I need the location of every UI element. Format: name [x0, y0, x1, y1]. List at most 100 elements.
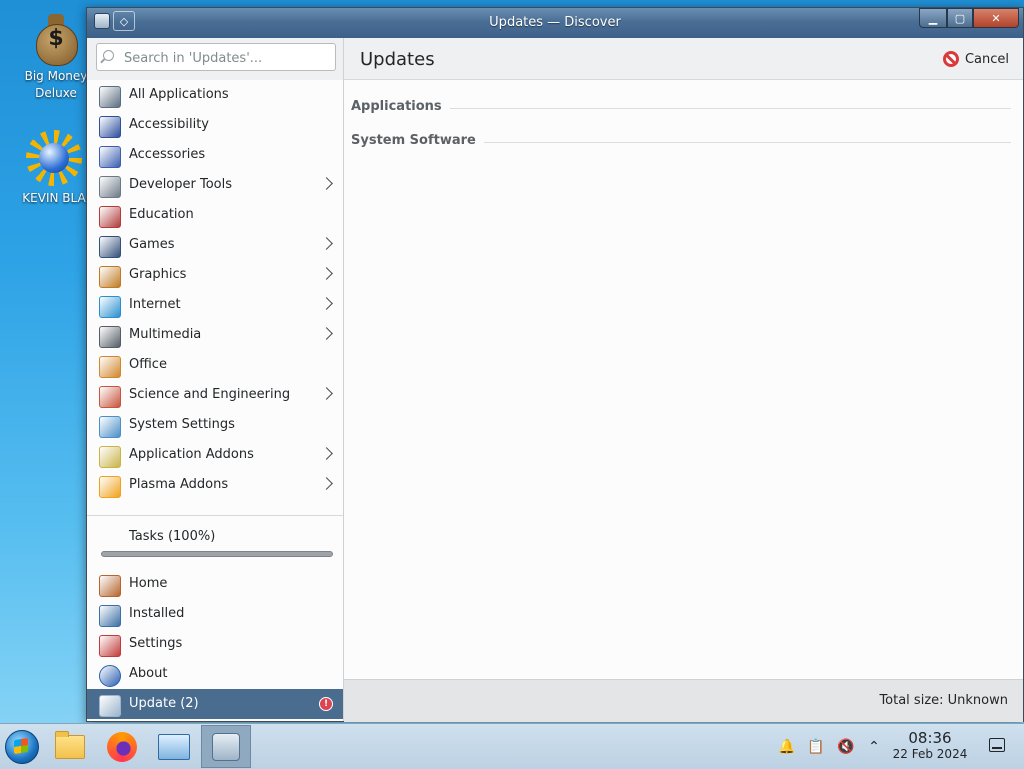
section-applications: Applications — [351, 99, 1011, 119]
search-field[interactable] — [96, 43, 336, 71]
discover-window: ◇ Updates — Discover ▁ ▢ ✕ All Applicati… — [86, 7, 1024, 722]
nav-item-home[interactable]: Home — [87, 569, 343, 599]
close-button[interactable]: ✕ — [973, 8, 1019, 28]
volume-muted-icon[interactable]: 🔇 — [835, 736, 857, 758]
sidebar: All Applications Accessibility Accessories… — [87, 38, 344, 721]
clock[interactable]: 08:36 22 Feb 2024 — [890, 729, 970, 761]
clock-date: 22 Feb 2024 — [892, 747, 968, 761]
section-heading: System Software — [351, 133, 484, 148]
window-title: Updates — Discover — [489, 15, 621, 30]
tasks-label: Tasks (100%) — [129, 529, 216, 544]
sidebar-item-label: Internet — [129, 297, 181, 312]
category-list: All Applications Accessibility Accessories… — [87, 80, 343, 500]
nav-item-update[interactable]: Update (2)! — [87, 689, 343, 719]
chevron-right-icon — [320, 297, 333, 310]
sidebar-item-system-settings[interactable]: System Settings — [87, 410, 343, 440]
sidebar-item-all-applications[interactable]: All Applications — [87, 80, 343, 110]
sidebar-item-education[interactable]: Education — [87, 200, 343, 230]
sidebar-item-label: Accessibility — [129, 117, 209, 132]
chevron-right-icon — [320, 387, 333, 400]
show-desktop-icon[interactable] — [989, 738, 1005, 752]
nav-item-installed[interactable]: Installed — [87, 599, 343, 629]
nav-item-label: Update (2) — [129, 696, 199, 711]
sidebar-item-label: Accessories — [129, 147, 206, 162]
cancel-icon — [942, 51, 959, 67]
sidebar-item-internet[interactable]: Internet — [87, 290, 343, 320]
desktop-icon-label-2: Deluxe — [35, 86, 77, 100]
desktop-icon-big-money[interactable]: $ Big Money Deluxe — [16, 10, 96, 102]
nav-item-label: Home — [129, 576, 168, 591]
taskbar: 🔔 📋 🔇 ⌃ 08:36 22 Feb 2024 — [0, 723, 1024, 769]
sidebar-item-label: System Settings — [129, 417, 235, 432]
chevron-right-icon — [320, 477, 333, 490]
all-applications-icon — [99, 86, 121, 108]
clipboard-icon[interactable]: 📋 — [805, 736, 827, 758]
accessories-icon — [99, 146, 121, 168]
sidebar-item-office[interactable]: Office — [87, 350, 343, 380]
main-content: Updates Cancel Applications System Softw… — [344, 38, 1023, 722]
folder-icon — [55, 731, 85, 759]
sidebar-item-accessories[interactable]: Accessories — [87, 140, 343, 170]
multimedia-icon — [99, 326, 121, 348]
tasks-progress-bar — [101, 551, 333, 557]
nav-item-about[interactable]: About — [87, 659, 343, 689]
page-title: Updates — [360, 49, 435, 70]
taskbar-file-manager[interactable] — [48, 727, 92, 767]
system-settings-icon — [158, 734, 190, 760]
sidebar-item-accessibility[interactable]: Accessibility — [87, 110, 343, 140]
sun-globe-icon — [26, 128, 82, 188]
sidebar-item-label: Games — [129, 237, 175, 252]
nav-item-label: Settings — [129, 636, 183, 651]
sidebar-item-label: Plasma Addons — [129, 477, 229, 492]
update-icon — [99, 695, 121, 717]
accessibility-icon — [99, 116, 121, 138]
nav-item-settings[interactable]: Settings — [87, 629, 343, 659]
cancel-button[interactable]: Cancel — [942, 48, 1009, 70]
window-titlebar[interactable]: ◇ Updates — Discover ▁ ▢ ✕ — [87, 8, 1023, 38]
chevron-up-icon[interactable]: ⌃ — [863, 736, 885, 758]
installed-icon — [99, 605, 121, 627]
chevron-right-icon — [320, 237, 333, 250]
about-icon — [99, 665, 121, 687]
sidebar-item-science[interactable]: Science and Engineering — [87, 380, 343, 410]
chevron-right-icon — [320, 177, 333, 190]
search-input[interactable] — [122, 48, 331, 68]
taskbar-discover[interactable] — [201, 725, 251, 768]
sidebar-item-label: Multimedia — [129, 327, 202, 342]
sidebar-item-plasma-addons[interactable]: Plasma Addons — [87, 470, 343, 500]
start-button[interactable] — [0, 727, 44, 767]
section-heading: Applications — [351, 99, 450, 114]
nav-item-label: About — [129, 666, 168, 681]
office-icon — [99, 356, 121, 378]
chevron-right-icon — [320, 327, 333, 340]
desktop-icon-label: Big Money — [24, 69, 88, 83]
sidebar-item-label: Education — [129, 207, 194, 222]
discover-icon — [212, 732, 240, 761]
taskbar-system-settings[interactable] — [152, 727, 196, 767]
home-icon — [99, 575, 121, 597]
sidebar-item-developer-tools[interactable]: Developer Tools — [87, 170, 343, 200]
sidebar-item-label: Graphics — [129, 267, 187, 282]
updates-footer: Total size: Unknown — [344, 679, 1023, 722]
sidebar-item-label: All Applications — [129, 87, 229, 102]
section-system-software: System Software — [351, 133, 1011, 153]
chevron-right-icon — [320, 267, 333, 280]
taskbar-firefox[interactable] — [100, 727, 144, 767]
minimize-button[interactable]: ▁ — [919, 8, 947, 28]
sidebar-item-label: Application Addons — [129, 447, 254, 462]
sidebar-item-multimedia[interactable]: Multimedia — [87, 320, 343, 350]
sidebar-item-application-addons[interactable]: Application Addons — [87, 440, 343, 470]
desktop-icon-kevin[interactable]: KEVIN BLA — [14, 128, 94, 207]
page-header: Updates Cancel — [344, 38, 1023, 80]
sidebar-item-graphics[interactable]: Graphics — [87, 260, 343, 290]
sidebar-item-games[interactable]: Games — [87, 230, 343, 260]
sidebar-item-label: Science and Engineering — [129, 387, 291, 402]
total-size-label: Total size: Unknown — [879, 693, 1008, 708]
navigation-list: Home Installed Settings About Update (2)! — [87, 569, 343, 719]
sidebar-item-label: Office — [129, 357, 167, 372]
start-orb-icon — [5, 730, 39, 764]
maximize-button[interactable]: ▢ — [947, 8, 973, 28]
cancel-label: Cancel — [964, 51, 1009, 67]
education-icon — [99, 206, 121, 228]
notification-bell-icon[interactable]: 🔔 — [776, 736, 798, 758]
